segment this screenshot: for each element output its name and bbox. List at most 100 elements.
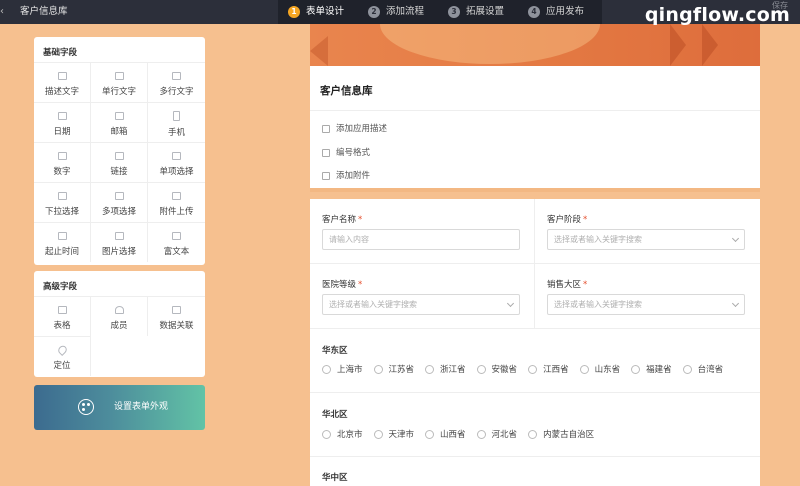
numbering-format-link[interactable]: 编号格式 (322, 147, 370, 159)
field-type-label: 表格 (53, 321, 71, 331)
field-label: 华北区 (322, 410, 348, 420)
radio-option[interactable]: 天津市 (373, 428, 414, 440)
step-form-design[interactable]: 1 表单设计 (288, 0, 344, 24)
radio-option[interactable]: 山西省 (425, 428, 466, 440)
field-type-location[interactable]: 定位 (34, 336, 91, 376)
numbering-format-label: 编号格式 (336, 148, 371, 158)
radio-option[interactable]: 福建省 (631, 363, 672, 375)
relation-icon (172, 306, 181, 314)
field-type-attachment[interactable]: 附件上传 (148, 182, 205, 222)
dropdown-icon (57, 192, 67, 200)
back-icon[interactable]: ‹ (0, 5, 8, 19)
field-type-multi-choice[interactable]: 多项选择 (91, 182, 148, 222)
radio-group: 北京市 天津市 山西省 河北省 内蒙古自治区 (322, 428, 605, 440)
field-label-text: 销售大区 (547, 280, 582, 290)
field-central-china[interactable]: 华中区 (310, 457, 760, 486)
form-title[interactable]: 客户信息库 (320, 83, 373, 98)
hospital-level-select[interactable]: 选择或者输入关键字搜索 (322, 294, 520, 315)
add-attachment-link[interactable]: 添加附件 (322, 170, 370, 182)
radio-option[interactable]: 山东省 (579, 363, 621, 375)
field-type-link[interactable]: 链接 (91, 142, 148, 182)
radio-label: 台湾省 (697, 365, 724, 375)
radio-option[interactable]: 河北省 (476, 428, 517, 440)
field-type-date[interactable]: 日期 (34, 102, 91, 142)
field-type-multi-line[interactable]: 多行文字 (148, 62, 205, 102)
required-mark: * (358, 215, 363, 225)
radio-group: 上海市 江苏省 浙江省 安徽省 江西省 山东省 福建省 台湾省 (322, 363, 734, 375)
field-label: 医院等级 * (322, 278, 362, 290)
field-north-china[interactable]: 华北区 北京市 天津市 山西省 河北省 内蒙古自治区 (310, 393, 760, 457)
field-label: 客户名称 * (322, 213, 362, 225)
button-label: 设置表单外观 (114, 402, 169, 412)
chevron-down-icon (506, 299, 515, 308)
radio-option[interactable]: 江苏省 (373, 363, 414, 375)
field-type-single-line[interactable]: 单行文字 (91, 62, 148, 102)
field-type-image-select[interactable]: 图片选择 (91, 222, 148, 262)
form-fields-card: 客户名称 * 请输入内容 客户阶段 * 选择或者输入关键字搜索 医院等级 * 选择或者… (310, 199, 760, 486)
text-icon (57, 72, 67, 80)
field-type-label: 定位 (53, 361, 71, 371)
field-type-data-link[interactable]: 数据关联 (148, 296, 205, 336)
radio-label: 内蒙古自治区 (543, 430, 595, 440)
radio-option[interactable]: 北京市 (322, 428, 363, 440)
radio-label: 北京市 (337, 430, 363, 440)
field-type-table[interactable]: 表格 (34, 296, 91, 336)
select-placeholder: 选择或者输入关键字搜索 (554, 235, 642, 244)
field-sales-region[interactable]: 销售大区 * 选择或者输入关键字搜索 (534, 264, 760, 328)
image-icon (114, 232, 124, 240)
field-type-single-choice[interactable]: 单项选择 (148, 142, 205, 182)
field-east-china[interactable]: 华东区 上海市 江苏省 浙江省 安徽省 江西省 山东省 福建省 台湾省 (310, 329, 760, 393)
add-description-link[interactable]: 添加应用描述 (322, 123, 387, 135)
input-placeholder: 请输入内容 (329, 235, 369, 244)
form-row: 客户名称 * 请输入内容 客户阶段 * 选择或者输入关键字搜索 (310, 199, 760, 264)
radio-option[interactable]: 台湾省 (682, 363, 724, 375)
radio-option[interactable]: 江西省 (528, 363, 569, 375)
step-number: 1 (288, 6, 300, 18)
clock-icon (57, 232, 67, 240)
field-type-rich-text[interactable]: 富文本 (148, 222, 205, 262)
step-number: 3 (448, 6, 460, 18)
radio-option[interactable]: 浙江省 (425, 363, 466, 375)
radio-circle (476, 429, 486, 439)
divider (310, 110, 760, 111)
field-type-description[interactable]: 描述文字 (34, 62, 91, 102)
radio-label: 山东省 (594, 365, 621, 375)
radio-label: 浙江省 (440, 365, 466, 375)
field-type-number[interactable]: 数字 (34, 142, 91, 182)
field-type-date-range[interactable]: 起止时间 (34, 222, 91, 262)
field-customer-stage[interactable]: 客户阶段 * 选择或者输入关键字搜索 (534, 199, 760, 263)
radio-circle (579, 364, 589, 374)
field-customer-name[interactable]: 客户名称 * 请输入内容 (310, 199, 534, 263)
customer-name-input[interactable]: 请输入内容 (322, 229, 520, 250)
radio-option[interactable]: 上海市 (322, 363, 363, 375)
field-type-dropdown[interactable]: 下拉选择 (34, 182, 91, 222)
radio-option[interactable]: 安徽省 (476, 363, 517, 375)
required-mark: * (583, 215, 588, 225)
number-format-icon (322, 149, 330, 157)
field-hospital-level[interactable]: 医院等级 * 选择或者输入关键字搜索 (310, 264, 534, 328)
radio-circle (476, 364, 486, 374)
field-type-member[interactable]: 成员 (91, 296, 148, 336)
field-type-phone[interactable]: 手机 (148, 102, 205, 142)
radio-circle (322, 429, 331, 439)
phone-icon (173, 111, 180, 121)
radio-option[interactable]: 内蒙古自治区 (528, 428, 594, 440)
radio-circle (373, 429, 383, 439)
radio-label: 上海市 (337, 365, 363, 375)
step-label: 表单设计 (306, 6, 345, 17)
file-icon (322, 172, 330, 180)
user-icon (114, 306, 124, 314)
sales-region-select[interactable]: 选择或者输入关键字搜索 (547, 294, 745, 315)
step-extend-settings[interactable]: 3 拓展设置 (448, 0, 504, 24)
rich-text-icon (172, 232, 181, 240)
field-type-email[interactable]: 邮箱 (91, 102, 148, 142)
basic-fields-panel: 基础字段 描述文字 单行文字 多行文字 日期 邮箱 手机 数字 链接 单项选择 … (34, 37, 205, 265)
field-type-label: 附件上传 (159, 207, 194, 217)
step-publish[interactable]: 4 应用发布 (528, 0, 584, 24)
radio-circle (322, 364, 331, 374)
customer-stage-select[interactable]: 选择或者输入关键字搜索 (547, 229, 745, 250)
required-mark: * (583, 280, 588, 290)
set-form-appearance-button[interactable]: 设置表单外观 (34, 385, 205, 430)
step-add-flow[interactable]: 2 添加流程 (368, 0, 424, 24)
select-placeholder: 选择或者输入关键字搜索 (329, 300, 417, 309)
